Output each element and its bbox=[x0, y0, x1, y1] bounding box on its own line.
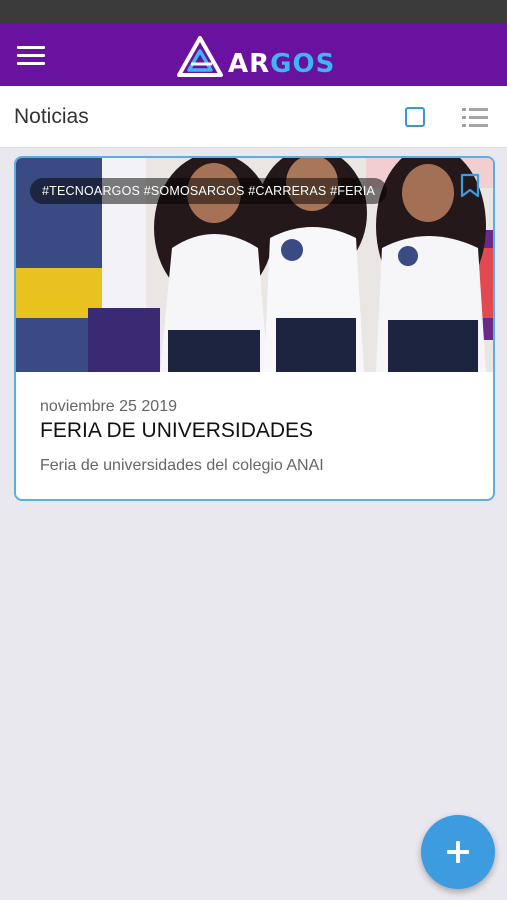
news-tags: #TECNOARGOS #SOMOSARGOS #CARRERAS #FERIA bbox=[30, 178, 388, 204]
logo-text: ARGOS bbox=[228, 49, 335, 79]
add-news-button[interactable] bbox=[421, 815, 495, 889]
section-header: Noticias bbox=[0, 86, 507, 148]
page-title: Noticias bbox=[14, 105, 89, 128]
news-photo: #TECNOARGOS #SOMOSARGOS #CARRERAS #FERIA bbox=[16, 158, 493, 372]
app-bar: ARGOS bbox=[0, 24, 507, 86]
logo-text-white: AR bbox=[228, 49, 271, 79]
bookmark-icon[interactable] bbox=[459, 173, 481, 199]
news-title: FERIA DE UNIVERSIDADES bbox=[40, 419, 314, 442]
menu-button[interactable] bbox=[10, 38, 52, 72]
list-icon-line bbox=[469, 124, 488, 127]
list-icon-bullet bbox=[462, 116, 466, 119]
menu-icon-line bbox=[17, 46, 45, 49]
logo-text-blue: GOS bbox=[270, 49, 336, 79]
menu-icon-line bbox=[17, 62, 45, 65]
list-icon-line bbox=[469, 108, 488, 111]
list-icon-line bbox=[469, 116, 488, 119]
menu-icon-line bbox=[17, 54, 45, 57]
list-icon-bullet bbox=[462, 108, 466, 111]
argos-logo-mark bbox=[177, 36, 223, 77]
argos-logo: ARGOS bbox=[176, 35, 336, 79]
status-bar bbox=[0, 0, 507, 24]
list-view-icon[interactable] bbox=[462, 107, 490, 129]
news-description: Feria de universidades del colegio ANAI bbox=[40, 457, 324, 474]
grid-view-icon[interactable] bbox=[405, 107, 425, 127]
news-date: noviembre 25 2019 bbox=[40, 398, 177, 415]
list-icon-bullet bbox=[462, 124, 466, 127]
news-card[interactable]: #TECNOARGOS #SOMOSARGOS #CARRERAS #FERIA… bbox=[14, 156, 495, 501]
